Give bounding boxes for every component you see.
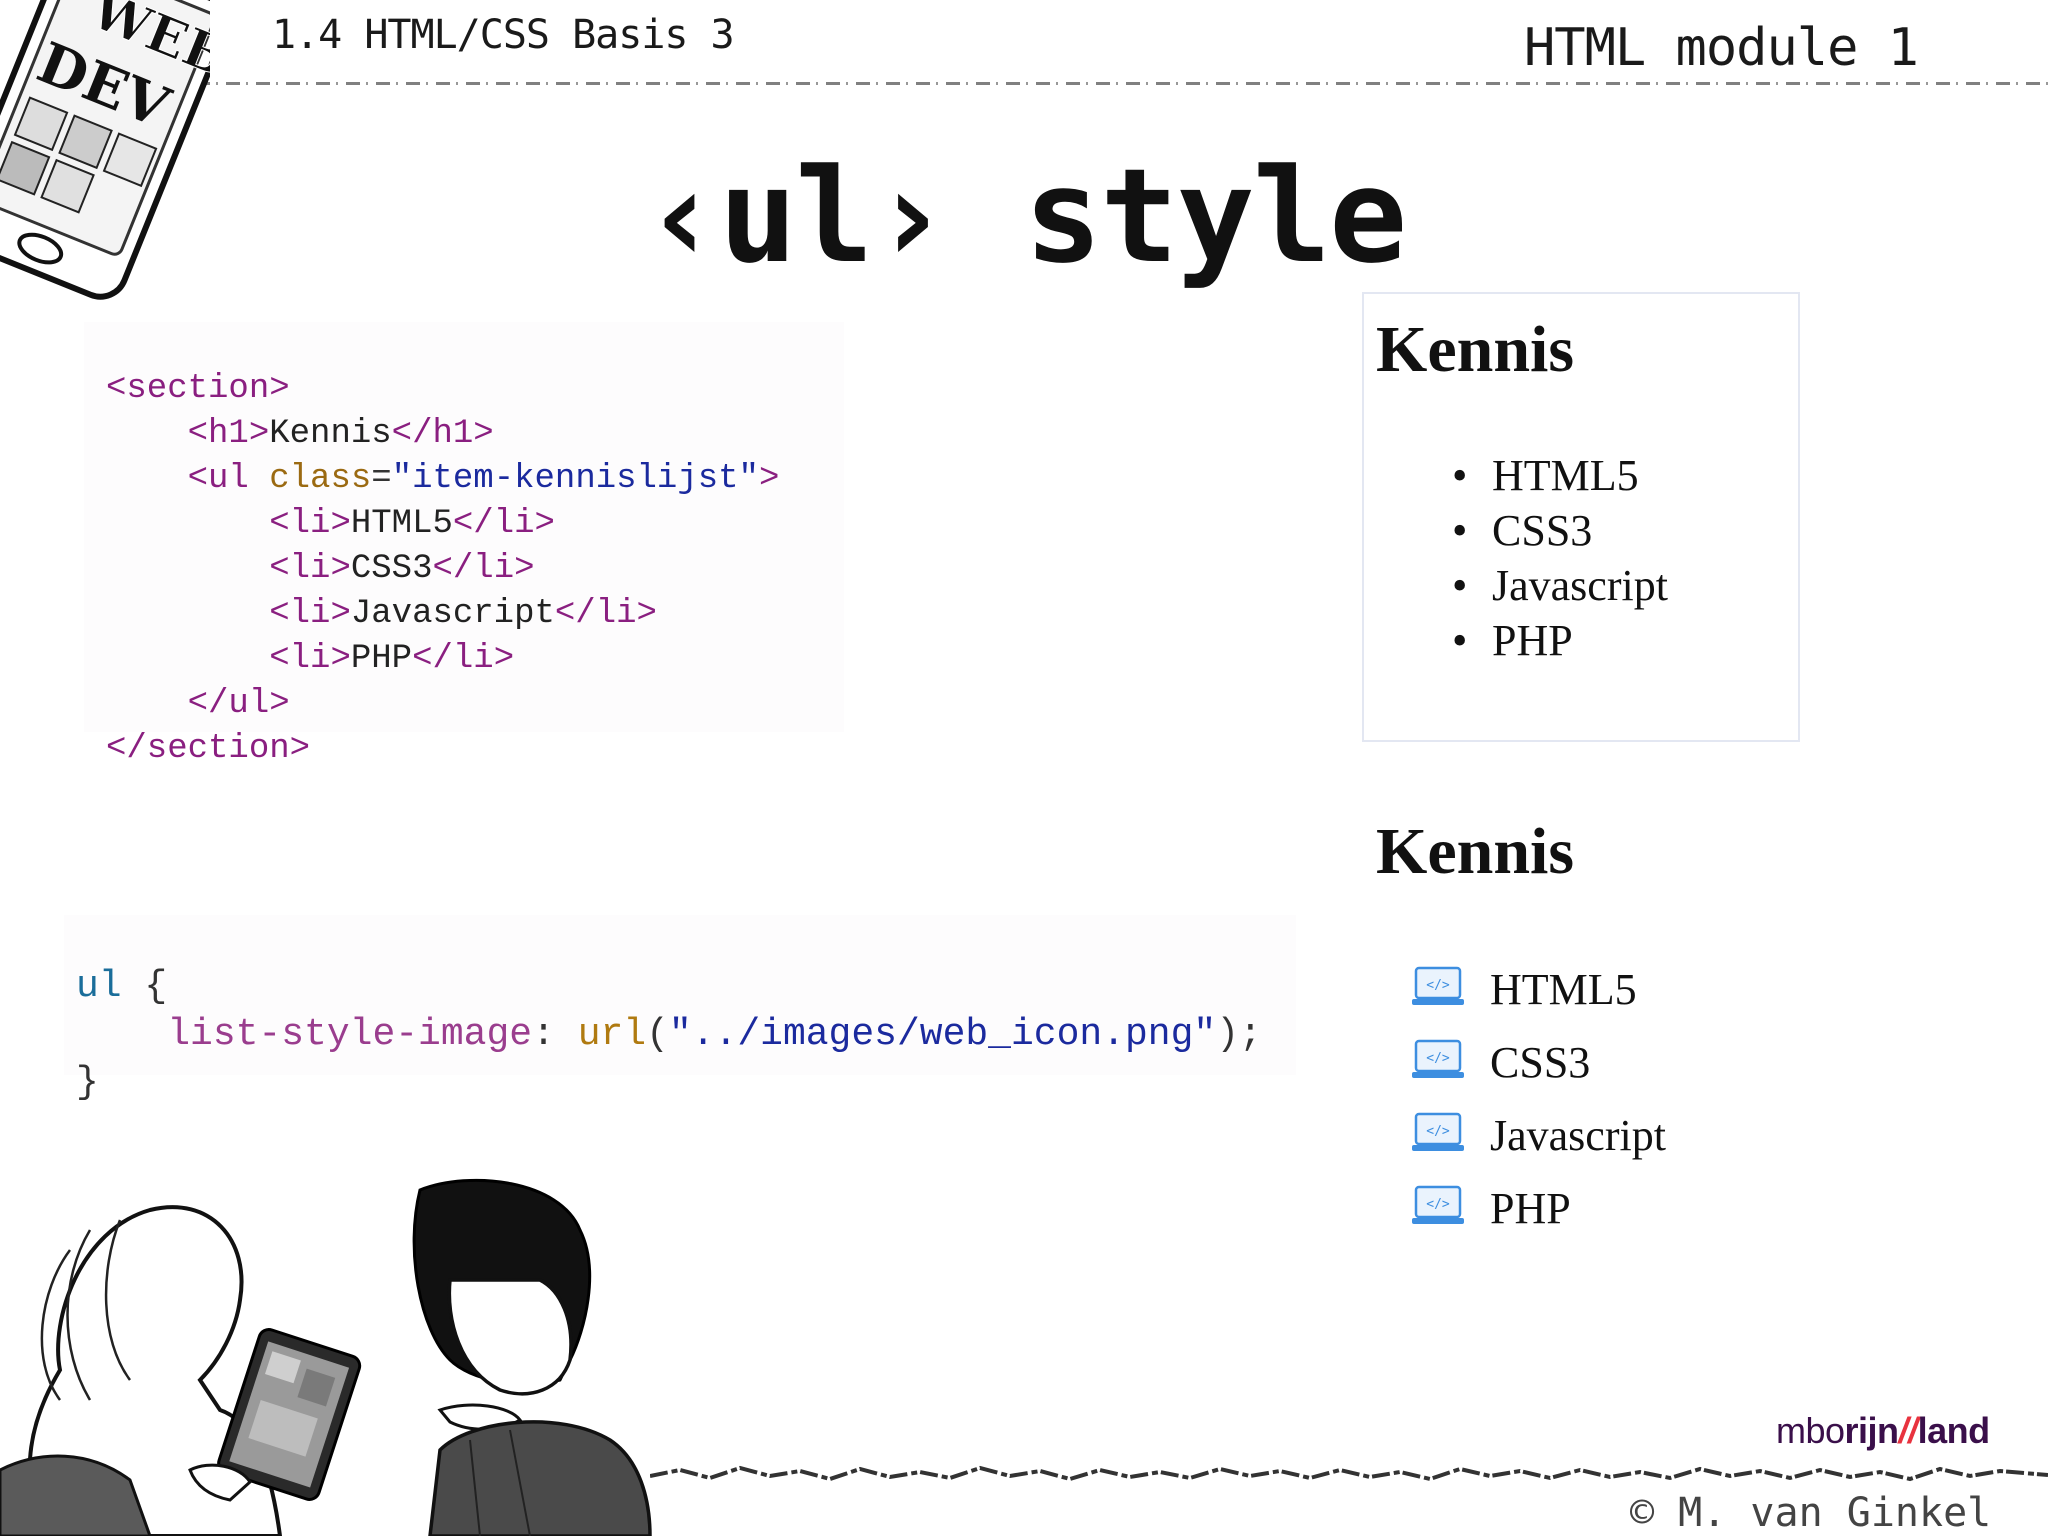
code-token: CSS3 [350, 550, 433, 588]
list-item-label: PHP [1490, 1184, 1571, 1233]
code-token: <li> [269, 550, 351, 588]
list-item-label: Javascript [1492, 561, 1668, 610]
code-token: <li> [269, 640, 351, 678]
code-token: ); [1216, 1013, 1262, 1056]
list-item: • PHP [1452, 615, 1573, 666]
module-label: HTML module 1 [1524, 18, 1919, 78]
code-token: Kennis [269, 415, 392, 453]
code-line: </section> [106, 727, 844, 772]
code-token: = [371, 460, 392, 498]
footer-scribble-divider [650, 1465, 2048, 1482]
list-item-label: HTML5 [1492, 451, 1639, 500]
code-token: </li> [452, 505, 555, 543]
code-line: <ul class="item-kennislijst"> [106, 457, 844, 502]
brand-part: mbo [1776, 1410, 1845, 1451]
brand-part: land [1917, 1410, 1991, 1451]
code-token: <li> [269, 505, 351, 543]
code-token: { [121, 965, 168, 1008]
code-token: <h1> [187, 415, 270, 453]
web-icon: </> [1412, 1185, 1464, 1224]
code-token: Javascript [350, 595, 555, 633]
code-line: <li>PHP</li> [106, 637, 844, 682]
brand-part: // [1898, 1410, 1919, 1451]
list-item-label: CSS3 [1492, 506, 1593, 555]
code-token: <ul [187, 460, 270, 498]
web-icon: </> [1412, 1112, 1464, 1151]
list-item: • CSS3 [1452, 505, 1592, 556]
code-token: ( [646, 1013, 669, 1056]
svg-text:</>: </> [1426, 1197, 1450, 1212]
bullet-icon: • [1452, 561, 1468, 610]
code-token: <li> [269, 595, 351, 633]
code-token: "item-kennislijst" [391, 460, 759, 498]
code-token: : [532, 1013, 578, 1056]
code-line: <li>HTML5</li> [106, 502, 844, 547]
slide-title: ‹ul› style [642, 140, 1408, 292]
css-selector: ul [76, 965, 122, 1008]
list-item-label: CSS3 [1490, 1038, 1591, 1087]
list-item-label: Javascript [1490, 1111, 1666, 1160]
code-token: PHP [350, 640, 413, 678]
copyright-notice: © M. van Ginkel [1630, 1490, 1992, 1536]
list-item: • Javascript [1452, 560, 1668, 611]
code-line: ul { [76, 963, 1296, 1011]
code-line: <section> [106, 367, 844, 412]
code-token: </li> [432, 550, 535, 588]
svg-text:</>: </> [1426, 1051, 1450, 1066]
code-token: HTML5 [350, 505, 453, 543]
web-icon: </> [1412, 966, 1464, 1005]
code-line: <h1>Kennis</h1> [106, 412, 844, 457]
code-token: } [76, 1061, 99, 1104]
css-function: url [577, 1013, 647, 1056]
bullet-icon: • [1452, 506, 1468, 555]
list-item-label: PHP [1492, 616, 1573, 665]
list-item-label: HTML5 [1490, 965, 1637, 1014]
code-token: </section> [106, 730, 311, 768]
header-divider [196, 82, 2048, 85]
code-token: </ul> [187, 685, 290, 723]
code-token: class [269, 460, 372, 498]
preview-heading: Kennis [1376, 313, 1575, 386]
list-item: • HTML5 [1452, 450, 1639, 501]
bullet-icon: • [1452, 616, 1468, 665]
code-line: <li>CSS3</li> [106, 547, 844, 592]
code-line: list-style-image: url("../images/web_ico… [76, 1011, 1296, 1059]
course-section-label: 1.4 HTML/CSS Basis 3 [272, 12, 735, 58]
svg-text:</>: </> [1426, 978, 1450, 993]
web-icon: </> [1412, 1039, 1464, 1078]
people-illustration [0, 1178, 652, 1536]
bullet-icon: • [1452, 451, 1468, 500]
css-code-block: ul { list-style-image: url("../images/we… [64, 915, 1296, 1104]
code-token: <section> [106, 370, 290, 408]
preview-heading: Kennis [1376, 815, 1575, 888]
code-token: </li> [412, 640, 515, 678]
html-code-block: <section> <h1>Kennis</h1> <ul class="ite… [84, 322, 844, 768]
code-token: </h1> [391, 415, 494, 453]
code-token: </li> [554, 595, 657, 633]
code-token: > [758, 460, 780, 498]
brand-part: rijn [1844, 1410, 1900, 1451]
code-line: </ul> [106, 682, 844, 727]
brand-logo: mborijn//land [1776, 1410, 1990, 1452]
css-property: list-style-image [167, 1013, 533, 1056]
code-line: } [76, 1059, 1296, 1107]
css-value: "../images/web_icon.png" [668, 1013, 1217, 1056]
code-line: <li>Javascript</li> [106, 592, 844, 637]
svg-text:</>: </> [1426, 1124, 1450, 1139]
